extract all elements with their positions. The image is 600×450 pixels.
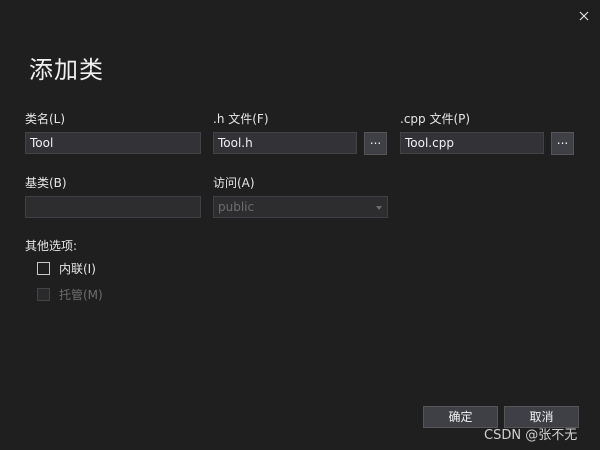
h-file-input[interactable]: Tool.h [213, 132, 357, 154]
h-file-label: .h 文件(F) [213, 112, 269, 126]
inline-option[interactable]: 内联(I) [37, 260, 96, 277]
chevron-down-icon [376, 206, 382, 210]
cpp-file-browse-button[interactable]: ... [551, 132, 574, 155]
other-options-heading: 其他选项: [25, 239, 78, 253]
base-class-input[interactable] [25, 196, 201, 218]
cpp-file-label: .cpp 文件(P) [400, 112, 471, 126]
class-name-input[interactable]: Tool [25, 132, 201, 154]
managed-option: 托管(M) [37, 286, 103, 303]
access-label: 访问(A) [213, 176, 255, 190]
class-name-label: 类名(L) [25, 112, 66, 126]
close-icon [579, 11, 589, 21]
h-file-browse-button[interactable]: ... [364, 132, 387, 155]
add-class-dialog: 添加类 类名(L) Tool .h 文件(F) Tool.h ... .cpp … [0, 0, 600, 450]
watermark: CSDN @张不无 [484, 428, 578, 443]
inline-checkbox-label: 内联(I) [59, 262, 96, 276]
close-button[interactable] [574, 6, 594, 26]
cpp-file-input[interactable]: Tool.cpp [400, 132, 544, 154]
access-select[interactable]: public [213, 196, 388, 218]
managed-checkbox [37, 288, 50, 301]
base-class-label: 基类(B) [25, 176, 67, 190]
dialog-title: 添加类 [29, 56, 104, 84]
access-selected-value: public [218, 200, 255, 214]
managed-checkbox-label: 托管(M) [59, 288, 103, 302]
inline-checkbox[interactable] [37, 262, 50, 275]
